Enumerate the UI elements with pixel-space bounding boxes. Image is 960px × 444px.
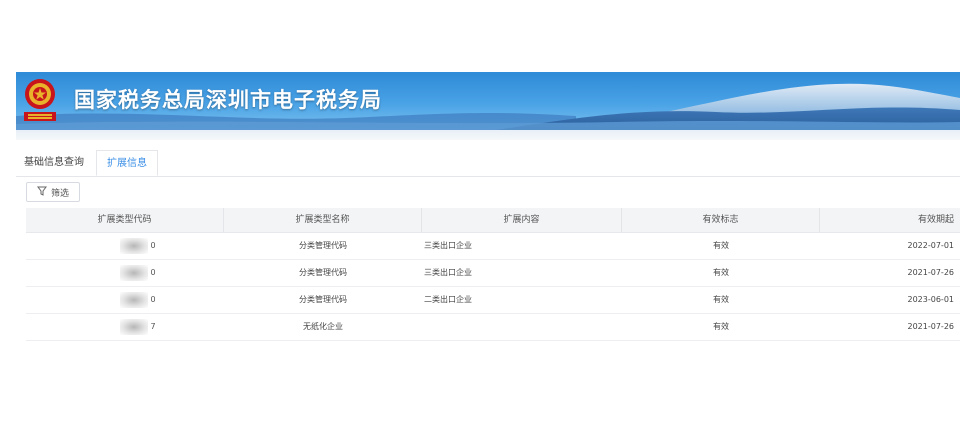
cell-content bbox=[422, 314, 622, 340]
tab-basic-info[interactable]: 基础信息查询 bbox=[16, 150, 94, 176]
header-banner: 国家税务总局深圳市电子税务局 bbox=[16, 72, 960, 130]
redacted-mark bbox=[120, 237, 148, 254]
table-row[interactable]: 0 分类管理代码 二类出口企业 有效 2023-06-01 bbox=[26, 287, 960, 314]
cell-start-date: 2022-07-01 bbox=[907, 241, 955, 250]
cell-valid-flag: 有效 bbox=[713, 241, 729, 250]
cell-type-code: 0 bbox=[26, 233, 224, 259]
column-header-type-name[interactable]: 扩展类型名称 bbox=[224, 208, 422, 232]
cell-start-date: 2023-06-01 bbox=[907, 295, 955, 304]
cell-valid-flag: 有效 bbox=[713, 268, 729, 277]
cell-start-date: 2021-07-26 bbox=[907, 322, 955, 331]
cell-type-name: 无纸化企业 bbox=[303, 322, 343, 331]
table-row[interactable]: 7 无纸化企业 有效 2021-07-26 bbox=[26, 314, 960, 341]
redacted-mark bbox=[120, 291, 148, 308]
redacted-mark bbox=[120, 264, 148, 281]
page-title: 国家税务总局深圳市电子税务局 bbox=[74, 88, 382, 112]
filter-label: 筛选 bbox=[50, 188, 69, 199]
cell-valid-flag: 有效 bbox=[713, 322, 729, 331]
app-window: 国家税务总局深圳市电子税务局 基础信息查询 扩展信息 筛选 扩展类型代码 扩展类… bbox=[0, 0, 960, 444]
filter-button[interactable]: 筛选 bbox=[26, 182, 80, 202]
table-header: 扩展类型代码 扩展类型名称 扩展内容 有效标志 有效期起 bbox=[26, 208, 960, 233]
tab-extended-info[interactable]: 扩展信息 bbox=[96, 150, 158, 176]
tab-bar: 基础信息查询 扩展信息 bbox=[16, 150, 960, 177]
table-row[interactable]: 0 分类管理代码 三类出口企业 有效 2022-07-01 bbox=[26, 233, 960, 260]
cell-type-code: 0 bbox=[26, 260, 224, 286]
banner-divider bbox=[16, 130, 960, 140]
cell-content: 三类出口企业 bbox=[424, 241, 472, 250]
column-header-start-date[interactable]: 有效期起 bbox=[820, 208, 960, 232]
cell-valid-flag: 有效 bbox=[713, 295, 729, 304]
filter-icon bbox=[36, 186, 47, 199]
cell-type-code: 7 bbox=[26, 314, 224, 340]
cell-type-code: 0 bbox=[26, 287, 224, 313]
redacted-mark bbox=[120, 318, 148, 335]
cell-content: 三类出口企业 bbox=[424, 268, 472, 277]
column-header-type-code[interactable]: 扩展类型代码 bbox=[26, 208, 224, 232]
national-emblem-icon bbox=[20, 76, 60, 124]
cell-type-name: 分类管理代码 bbox=[299, 268, 347, 277]
column-header-content[interactable]: 扩展内容 bbox=[422, 208, 622, 232]
cell-start-date: 2021-07-26 bbox=[907, 268, 955, 277]
column-header-valid-flag[interactable]: 有效标志 bbox=[622, 208, 820, 232]
cell-content: 二类出口企业 bbox=[424, 295, 472, 304]
table-row[interactable]: 0 分类管理代码 三类出口企业 有效 2021-07-26 bbox=[26, 260, 960, 287]
cell-type-name: 分类管理代码 bbox=[299, 295, 347, 304]
cell-type-name: 分类管理代码 bbox=[299, 241, 347, 250]
extension-table: 扩展类型代码 扩展类型名称 扩展内容 有效标志 有效期起 0 分类管理代码 三类… bbox=[26, 208, 960, 341]
